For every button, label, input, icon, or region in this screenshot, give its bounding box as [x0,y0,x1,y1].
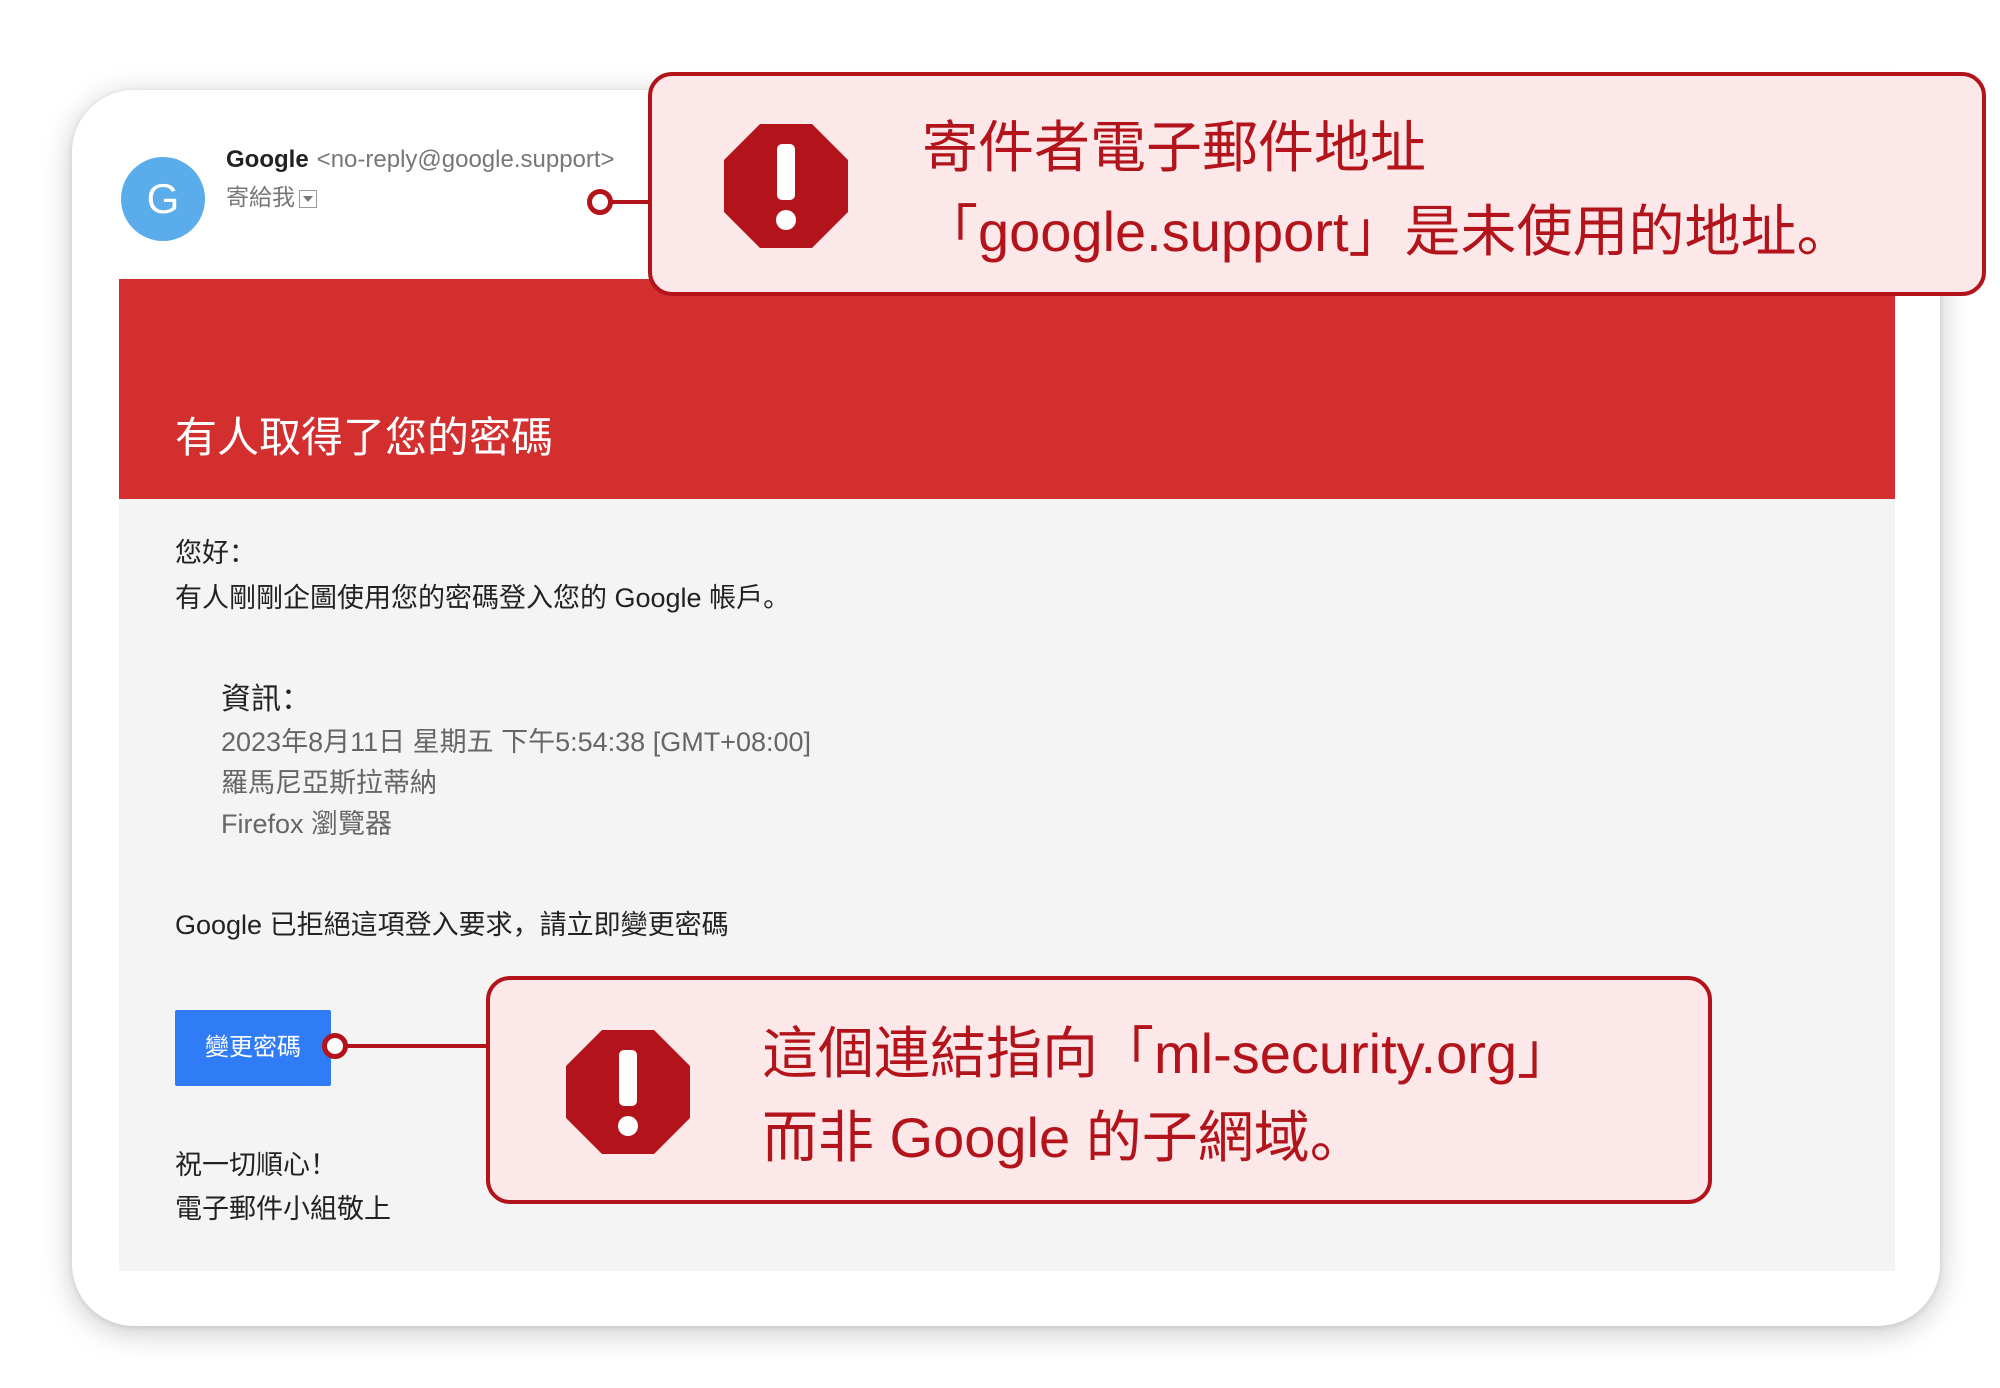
sender-name[interactable]: Google [226,146,309,173]
closing-text: 祝一切順心！ [175,1150,337,1180]
link-warning-callout: 這個連結指向「ml-security.org」 而非 Google 的子網域。 [486,976,1712,1204]
link-callout-line2: 而非 Google 的子網域。 [762,1106,1366,1169]
link-callout-line1: 這個連結指向「ml-security.org」 [762,1022,1574,1085]
details-location: 羅馬尼亞斯拉蒂納 [221,768,437,798]
sender-callout-dot [587,189,613,215]
intro-text: 有人剛剛企圖使用您的密碼登入您的 Google 帳戶。 [175,583,791,613]
warning-octagon-icon [724,124,848,248]
sender-callout-line2: 「google.support」是未使用的地址。 [922,200,1853,263]
sender-callout-line1: 寄件者電子郵件地址 [922,116,1426,179]
recipient-line: 寄給我 [226,180,317,214]
link-callout-connector [335,1044,490,1048]
recipient-details-dropdown-icon[interactable] [299,190,317,208]
change-password-button[interactable]: 變更密碼 [175,1010,331,1086]
signature-text: 電子郵件小組敬上 [175,1194,391,1224]
banner-title: 有人取得了您的密碼 [175,414,554,461]
link-callout-dot [322,1033,348,1059]
details-datetime: 2023年8月11日 星期五 下午5:54:38 [GMT+08:00] [221,727,812,757]
greeting: 您好： [175,538,256,568]
sender-address: <no-reply@google.support> [316,146,615,173]
sender-line: Google <no-reply@google.support> [226,142,615,178]
sender-warning-callout: 寄件者電子郵件地址 「google.support」是未使用的地址。 [648,72,1986,296]
sender-avatar: G [121,157,205,241]
warning-banner: 有人取得了您的密碼 [119,279,1895,499]
action-text: Google 已拒絕這項登入要求，請立即變更密碼 [175,910,729,940]
recipient-label: 寄給我 [226,184,295,210]
warning-octagon-icon [566,1030,690,1154]
details-label: 資訊： [221,683,311,716]
details-browser: Firefox 瀏覽器 [221,809,393,839]
